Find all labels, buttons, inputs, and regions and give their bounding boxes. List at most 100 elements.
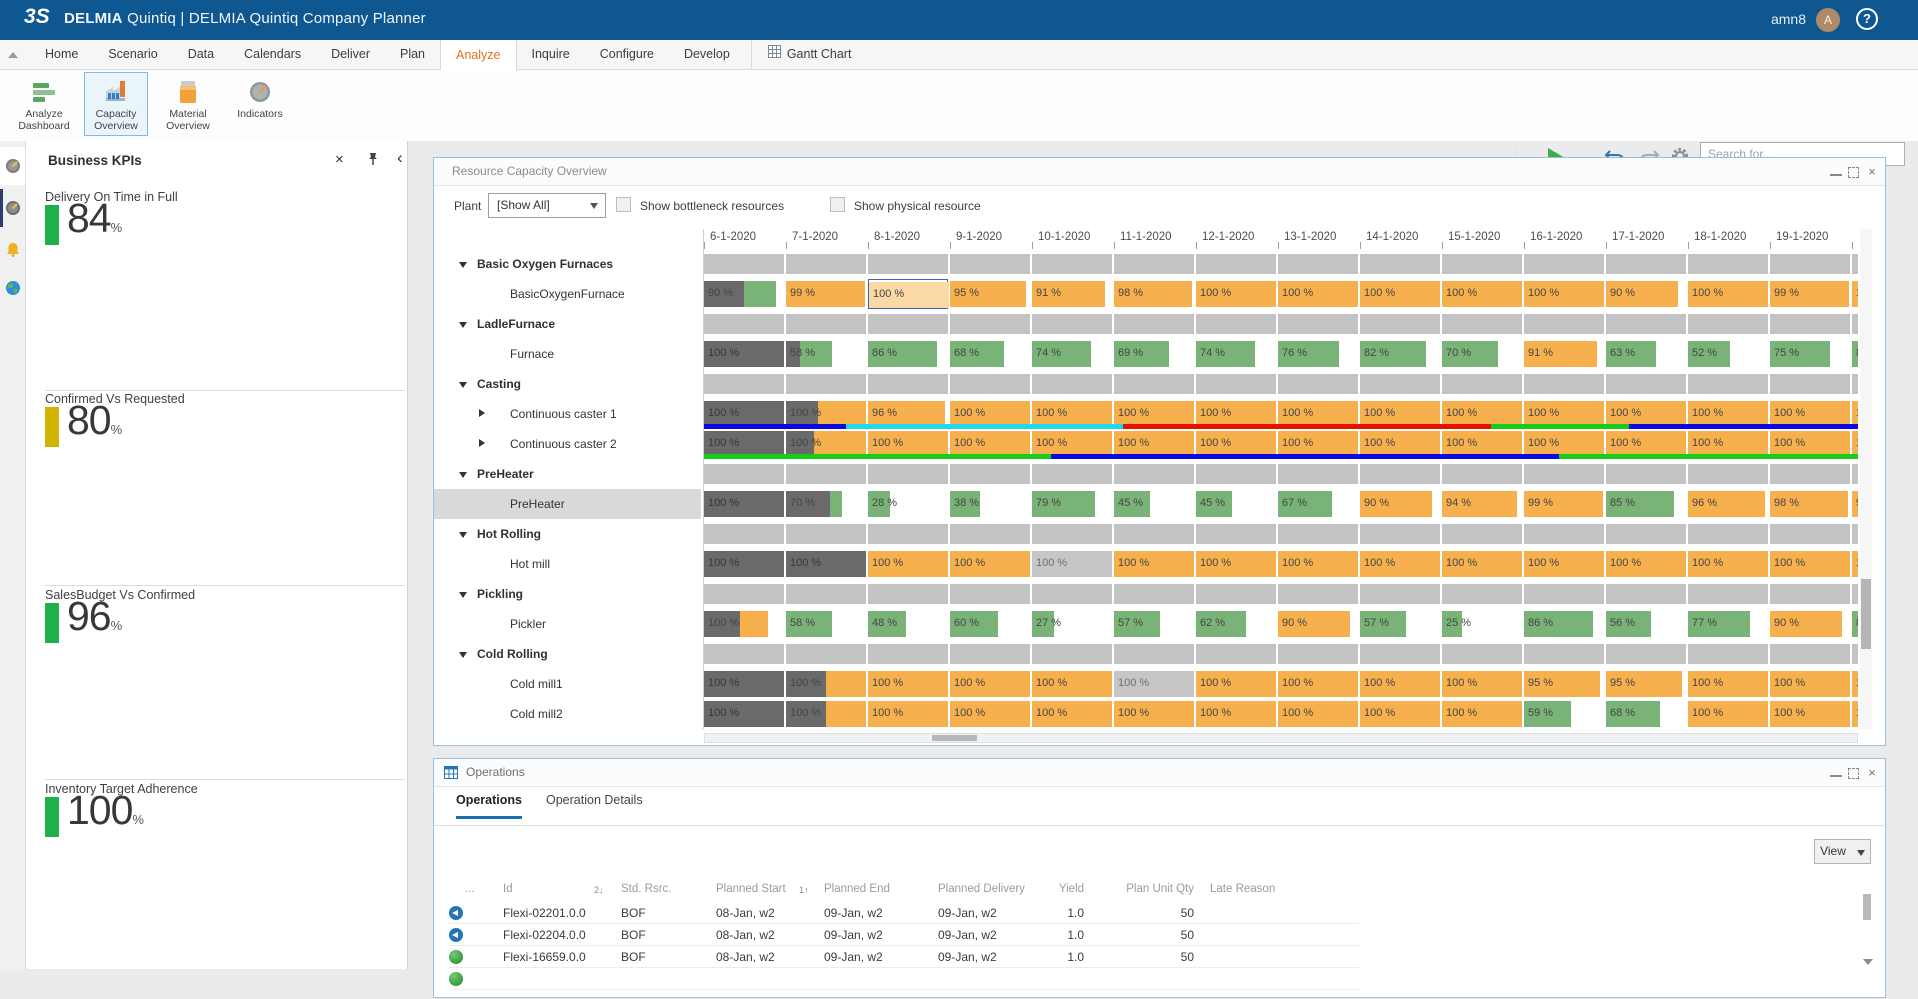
alerts-bell-icon[interactable] bbox=[0, 231, 25, 269]
tree-resource-cold-mill2[interactable]: Cold mill2 bbox=[434, 699, 701, 729]
capacity-cell[interactable]: 86 % bbox=[1524, 609, 1604, 639]
capacity-cell[interactable]: 100 % bbox=[1688, 669, 1768, 699]
capacity-cell[interactable]: 68 % bbox=[1606, 699, 1686, 729]
column-header-start[interactable]: Planned Start bbox=[716, 883, 786, 895]
capacity-cell[interactable]: 95 % bbox=[950, 279, 1030, 309]
capacity-cell[interactable]: 91 % bbox=[1032, 279, 1112, 309]
tree-resource-cold-mill1[interactable]: Cold mill1 bbox=[434, 669, 701, 699]
capacity-cell[interactable]: 77 % bbox=[1688, 609, 1768, 639]
capacity-cell[interactable]: 100 % bbox=[868, 549, 948, 579]
capacity-cell[interactable]: 90 % bbox=[1360, 489, 1440, 519]
capacity-cell[interactable]: 27 % bbox=[1032, 609, 1112, 639]
capacity-cell[interactable]: 62 % bbox=[1196, 609, 1276, 639]
capacity-cell[interactable]: 100 % bbox=[1196, 669, 1276, 699]
world-globe-icon[interactable] bbox=[0, 269, 25, 307]
capacity-cell[interactable]: 38 % bbox=[950, 489, 1030, 519]
tree-group-ladlefurnace[interactable]: LadleFurnace bbox=[434, 309, 701, 339]
maximize-icon[interactable] bbox=[1848, 167, 1860, 177]
capacity-cell[interactable]: 100 % bbox=[868, 699, 948, 729]
capacity-cell[interactable]: 94 % bbox=[1442, 489, 1522, 519]
capacity-cell[interactable]: 75 % bbox=[1770, 339, 1850, 369]
capacity-cell[interactable]: 80 % bbox=[1852, 609, 1858, 639]
capacity-cell[interactable]: 74 % bbox=[1032, 339, 1112, 369]
capacity-cell[interactable]: 100 % bbox=[704, 699, 784, 729]
tree-resource-basicoxygenfurnace[interactable]: BasicOxygenFurnace bbox=[434, 279, 701, 309]
capacity-cell[interactable]: 45 % bbox=[1114, 489, 1194, 519]
capacity-cell[interactable]: 90 % bbox=[1606, 279, 1686, 309]
operations-scrollbar-thumb[interactable] bbox=[1863, 894, 1871, 920]
capacity-cell[interactable]: 99 % bbox=[1524, 489, 1604, 519]
table-row[interactable] bbox=[449, 968, 1359, 990]
capacity-cell[interactable]: 28 % bbox=[868, 489, 948, 519]
show-bottleneck-checkbox[interactable] bbox=[616, 197, 631, 212]
capacity-cell[interactable]: 100 % bbox=[1360, 699, 1440, 729]
column-header-qty[interactable]: Plan Unit Qty bbox=[1094, 883, 1194, 895]
capacity-cell[interactable]: 100 % bbox=[1032, 699, 1112, 729]
indicators-button[interactable]: Indicators bbox=[228, 72, 292, 136]
capacity-cell[interactable]: 56 % bbox=[1606, 609, 1686, 639]
capacity-cell[interactable]: 100 % bbox=[1852, 699, 1858, 729]
capacity-cell[interactable]: 100 % bbox=[1524, 549, 1604, 579]
capacity-cell[interactable]: 100 % bbox=[1524, 279, 1604, 309]
capacity-cell[interactable]: 69 % bbox=[1114, 339, 1194, 369]
tree-group-hot-rolling[interactable]: Hot Rolling bbox=[434, 519, 701, 549]
capacity-cell[interactable]: 99 % bbox=[786, 279, 866, 309]
maximize-icon[interactable] bbox=[1848, 768, 1860, 778]
tree-resource-furnace[interactable]: Furnace bbox=[434, 339, 701, 369]
menu-item-plan[interactable]: Plan bbox=[385, 40, 440, 69]
column-header-late[interactable]: Late Reason bbox=[1210, 883, 1275, 895]
capacity-cell[interactable]: 100 % bbox=[1114, 669, 1194, 699]
capacity-cell[interactable]: 58 % bbox=[786, 339, 866, 369]
capacity-cell[interactable]: 57 % bbox=[1114, 609, 1194, 639]
table-row[interactable]: Flexi-02204.0.0BOF08-Jan, w209-Jan, w209… bbox=[449, 924, 1359, 946]
capacity-cell[interactable]: 100 % bbox=[1606, 549, 1686, 579]
menu-item-calendars[interactable]: Calendars bbox=[229, 40, 316, 69]
vertical-scrollbar-thumb[interactable] bbox=[1861, 579, 1871, 649]
tree-resource-continuous-caster-2[interactable]: Continuous caster 2 bbox=[434, 429, 701, 459]
capacity-cell[interactable]: 90 % bbox=[1278, 609, 1358, 639]
capacity-cell[interactable]: 100 % bbox=[1442, 549, 1522, 579]
capacity-cell[interactable]: 100 % bbox=[1852, 669, 1858, 699]
capacity-cell[interactable]: 100 % bbox=[786, 549, 866, 579]
capacity-cell[interactable]: 95 % bbox=[1606, 669, 1686, 699]
capacity-cell[interactable]: 59 % bbox=[1524, 699, 1604, 729]
capacity-cell[interactable]: 100 % bbox=[1032, 549, 1112, 579]
column-header-rsrc[interactable]: Std. Rsrc. bbox=[621, 883, 671, 895]
capacity-cell[interactable]: 100 % bbox=[1114, 699, 1194, 729]
tree-group-preheater[interactable]: PreHeater bbox=[434, 459, 701, 489]
capacity-cell[interactable]: 83 % bbox=[1852, 339, 1858, 369]
capacity-cell[interactable]: 100 % bbox=[1360, 669, 1440, 699]
menu-item-analyze[interactable]: Analyze bbox=[440, 40, 516, 70]
close-icon[interactable]: × bbox=[1866, 768, 1878, 778]
chevron-right-icon[interactable] bbox=[479, 409, 485, 417]
capacity-cell[interactable]: 99 % bbox=[1852, 489, 1858, 519]
capacity-cell[interactable]: 100 % bbox=[1688, 279, 1768, 309]
menu-item-deliver[interactable]: Deliver bbox=[316, 40, 385, 69]
menu-item-inquire[interactable]: Inquire bbox=[517, 40, 585, 69]
capacity-cell[interactable]: 100 % bbox=[1852, 279, 1858, 309]
capacity-cell[interactable]: 91 % bbox=[1524, 339, 1604, 369]
column-header-end[interactable]: Planned End bbox=[824, 883, 890, 895]
capacity-cell[interactable]: 45 % bbox=[1196, 489, 1276, 519]
capacity-cell[interactable]: 74 % bbox=[1196, 339, 1276, 369]
material-overview-button[interactable]: Material Overview bbox=[156, 72, 220, 136]
capacity-cell[interactable]: 100 % bbox=[950, 549, 1030, 579]
capacity-cell[interactable]: 68 % bbox=[950, 339, 1030, 369]
tab-operations[interactable]: Operations bbox=[456, 793, 522, 819]
capacity-cell[interactable]: 100 % bbox=[704, 669, 784, 699]
scroll-down-arrow-icon[interactable] bbox=[1863, 959, 1873, 965]
table-row[interactable]: Flexi-02201.0.0BOF08-Jan, w209-Jan, w209… bbox=[449, 902, 1359, 924]
column-header-yield[interactable]: Yield bbox=[1004, 883, 1084, 895]
capacity-cell[interactable]: 52 % bbox=[1688, 339, 1768, 369]
capacity-cell[interactable]: 100 % bbox=[1278, 549, 1358, 579]
avatar[interactable]: A bbox=[1816, 8, 1840, 32]
view-button[interactable]: View bbox=[1814, 839, 1852, 864]
capacity-cell[interactable]: 100 % bbox=[704, 489, 784, 519]
capacity-cell[interactable]: 100 % bbox=[950, 699, 1030, 729]
show-physical-checkbox[interactable] bbox=[830, 197, 845, 212]
capacity-cell[interactable]: 100 % bbox=[1688, 699, 1768, 729]
capacity-overview-button[interactable]: Capacity Overview bbox=[84, 72, 148, 136]
kpi-gauge-tab-icon[interactable] bbox=[0, 147, 25, 185]
capacity-cell[interactable]: 95 % bbox=[1524, 669, 1604, 699]
capacity-cell[interactable]: 82 % bbox=[1360, 339, 1440, 369]
